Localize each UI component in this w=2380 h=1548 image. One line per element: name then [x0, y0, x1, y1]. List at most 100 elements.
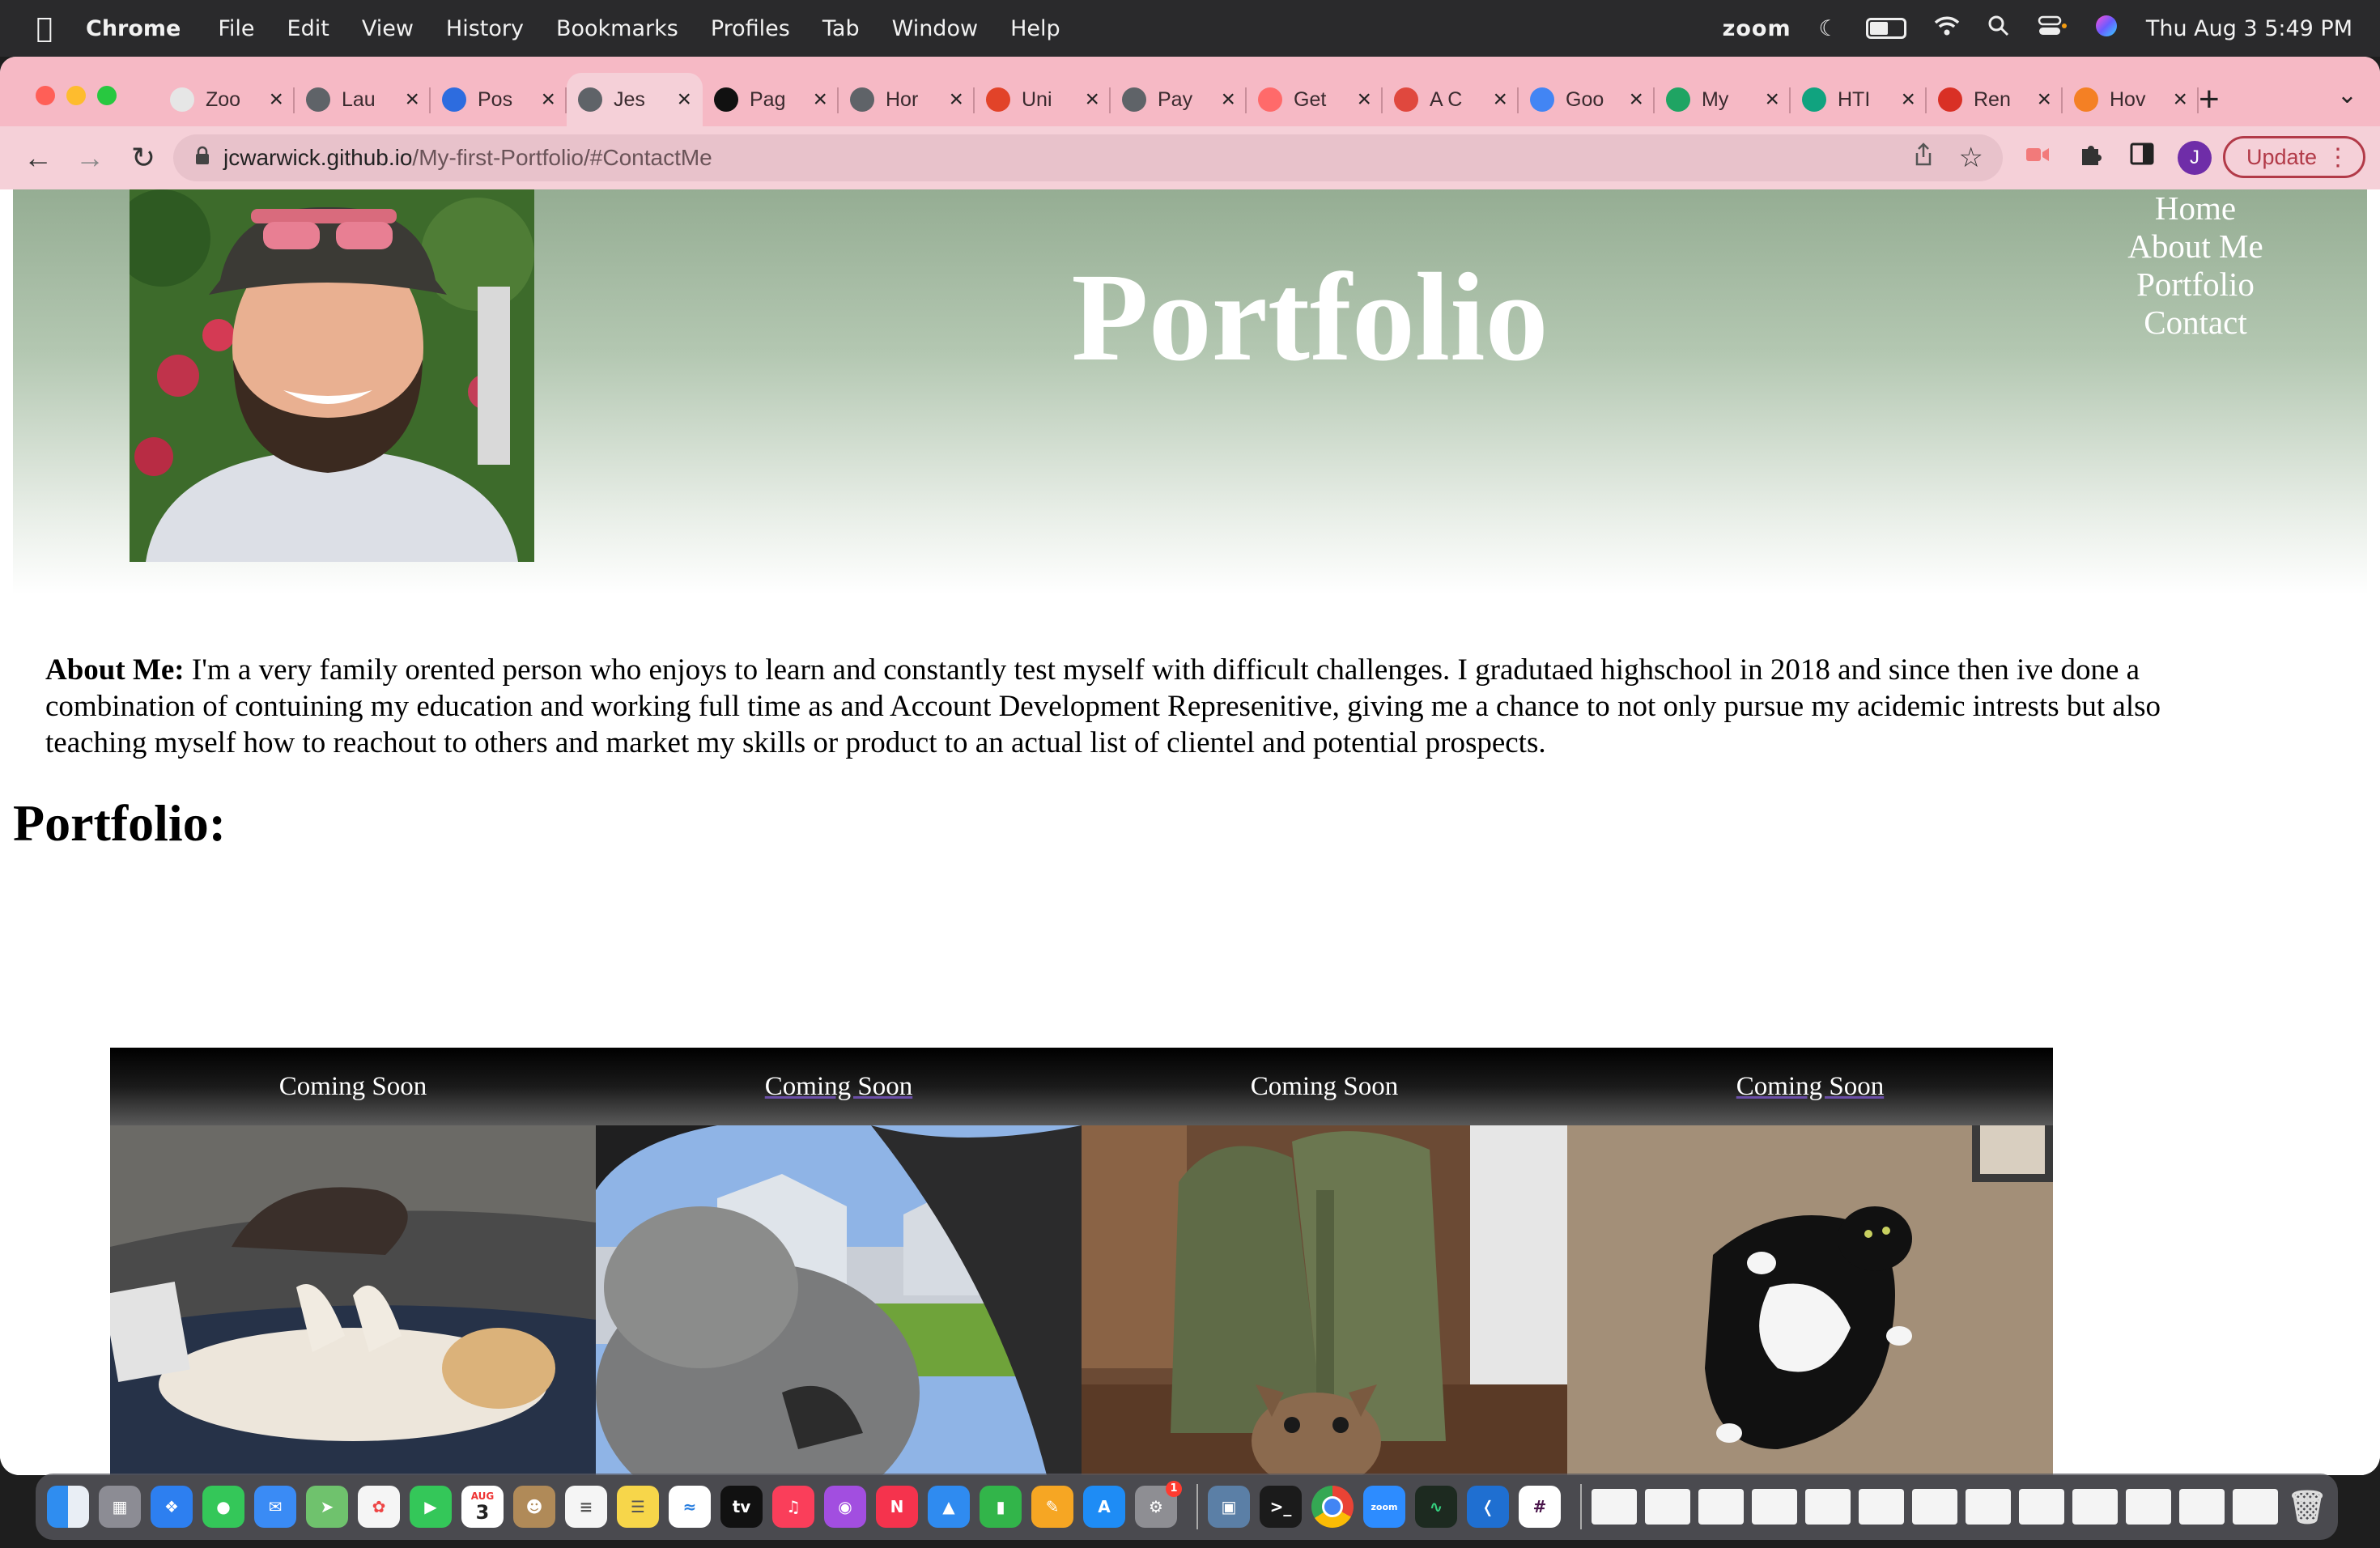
bookmark-star-icon[interactable]: ☆: [1959, 142, 1983, 174]
menu-window[interactable]: Window: [892, 16, 978, 41]
menu-profiles[interactable]: Profiles: [711, 16, 790, 41]
tab-close-icon[interactable]: ×: [1493, 86, 1507, 113]
numbers-icon[interactable]: ▮: [980, 1486, 1022, 1528]
browser-tab[interactable]: Pay ×: [1111, 73, 1247, 126]
siri-icon[interactable]: [2094, 14, 2119, 44]
launchpad-icon[interactable]: ▦: [99, 1486, 141, 1528]
pages-icon[interactable]: ✎: [1031, 1486, 1073, 1528]
apple-menu-icon[interactable]: : [16, 12, 73, 45]
tab-close-icon[interactable]: ×: [2037, 86, 2051, 113]
system-settings-icon[interactable]: ⚙ 1: [1135, 1481, 1182, 1528]
tab-close-icon[interactable]: ×: [1085, 86, 1099, 113]
project-card[interactable]: Coming Soon: [1082, 1048, 1567, 1475]
side-panel-icon[interactable]: [2129, 141, 2155, 174]
reminders-icon[interactable]: ≡: [565, 1486, 607, 1528]
new-tab-button[interactable]: +: [2199, 79, 2220, 120]
battery-icon[interactable]: [1865, 18, 1906, 39]
nav-link-about-me[interactable]: About Me: [2102, 228, 2289, 266]
browser-tab[interactable]: My ×: [1655, 73, 1791, 126]
lock-icon[interactable]: [194, 146, 210, 171]
notes-icon[interactable]: ☰: [617, 1486, 659, 1528]
clock-datetime[interactable]: Thu Aug 3 5:49 PM: [2146, 16, 2352, 41]
zoom-status-item[interactable]: zoom: [1723, 16, 1791, 41]
browser-tab[interactable]: Hor ×: [839, 73, 975, 126]
finder-icon[interactable]: [47, 1486, 89, 1528]
menu-bookmarks[interactable]: Bookmarks: [556, 16, 678, 41]
back-arrow-icon[interactable]: ←: [23, 141, 53, 175]
app-store-icon[interactable]: A: [1083, 1486, 1125, 1528]
close-window-button[interactable]: [36, 86, 55, 105]
freeform-icon[interactable]: ≈: [669, 1486, 711, 1528]
recent-document-icon[interactable]: [1752, 1489, 1797, 1525]
tab-close-icon[interactable]: ×: [269, 86, 283, 113]
recent-document-icon[interactable]: [2072, 1489, 2118, 1525]
photos-icon[interactable]: ✿: [358, 1486, 400, 1528]
tab-search-chevron-icon[interactable]: ⌄: [2337, 81, 2357, 109]
tab-close-icon[interactable]: ×: [1765, 86, 1779, 113]
tab-close-icon[interactable]: ×: [677, 86, 691, 113]
tab-close-icon[interactable]: ×: [1221, 86, 1235, 113]
menu-view[interactable]: View: [362, 16, 414, 41]
activity-monitor-icon[interactable]: ∿: [1415, 1486, 1457, 1528]
recent-document-icon[interactable]: [1645, 1489, 1690, 1525]
tab-close-icon[interactable]: ×: [1357, 86, 1371, 113]
browser-tab[interactable]: HTI ×: [1791, 73, 1927, 126]
tab-close-icon[interactable]: ×: [813, 86, 827, 113]
browser-tab[interactable]: Lau ×: [295, 73, 431, 126]
browser-tab[interactable]: Pag ×: [703, 73, 839, 126]
browser-tab[interactable]: A C ×: [1383, 73, 1519, 126]
wifi-icon[interactable]: [1934, 15, 1960, 42]
project-caption-link[interactable]: Coming Soon: [596, 1048, 1082, 1125]
recent-document-icon[interactable]: [2126, 1489, 2171, 1525]
tab-close-icon[interactable]: ×: [1629, 86, 1643, 113]
app-menu[interactable]: Chrome: [86, 16, 181, 41]
news-icon[interactable]: N: [876, 1486, 918, 1528]
browser-tab[interactable]: Pos ×: [431, 73, 567, 126]
recent-document-icon[interactable]: [2019, 1489, 2064, 1525]
share-icon[interactable]: [1914, 142, 1933, 173]
profile-avatar[interactable]: J: [2178, 141, 2212, 175]
nav-link-home[interactable]: Home: [2102, 189, 2289, 228]
maps-icon[interactable]: ➤: [306, 1486, 348, 1528]
preview-icon[interactable]: ▣: [1208, 1486, 1250, 1528]
slack-icon[interactable]: #: [1519, 1486, 1561, 1528]
update-button[interactable]: Update ⋮: [2223, 136, 2365, 178]
more-menu-icon[interactable]: ⋮: [2326, 143, 2350, 172]
minimize-window-button[interactable]: [66, 86, 86, 105]
zoom-icon[interactable]: zoom: [1363, 1486, 1405, 1528]
project-card[interactable]: Coming Soon: [596, 1048, 1082, 1475]
podcasts-icon[interactable]: ◉: [824, 1486, 866, 1528]
recent-document-icon[interactable]: [1592, 1489, 1637, 1525]
recent-document-icon[interactable]: [1966, 1489, 2011, 1525]
reload-icon[interactable]: ↻: [128, 141, 159, 175]
tab-close-icon[interactable]: ×: [1901, 86, 1915, 113]
browser-tab[interactable]: Goo ×: [1519, 73, 1655, 126]
terminal-icon[interactable]: >_: [1260, 1486, 1302, 1528]
spotlight-search-icon[interactable]: [1987, 15, 2010, 43]
browser-tab[interactable]: Jes ×: [567, 73, 703, 126]
recent-document-icon[interactable]: [2179, 1489, 2225, 1525]
music-icon[interactable]: ♫: [772, 1486, 814, 1528]
tab-close-icon[interactable]: ×: [2173, 86, 2187, 113]
address-bar[interactable]: jcwarwick.github.io/My-first-Portfolio/#…: [173, 134, 2003, 181]
vscode-icon[interactable]: ❬: [1467, 1486, 1509, 1528]
keynote-icon[interactable]: ▲: [928, 1486, 970, 1528]
tab-close-icon[interactable]: ×: [405, 86, 419, 113]
browser-tab[interactable]: Uni ×: [975, 73, 1111, 126]
calendar-icon[interactable]: AUG 3: [461, 1486, 504, 1528]
browser-tab[interactable]: Get ×: [1247, 73, 1383, 126]
apple-tv-icon[interactable]: tv: [720, 1486, 763, 1528]
recent-document-icon[interactable]: [2233, 1489, 2278, 1525]
nav-link-portfolio[interactable]: Portfolio: [2102, 266, 2289, 304]
browser-tab[interactable]: Ren ×: [1927, 73, 2063, 126]
nav-link-contact[interactable]: Contact: [2102, 304, 2289, 342]
project-caption-link[interactable]: Coming Soon: [1567, 1048, 2053, 1125]
screen-record-extension-icon[interactable]: [2024, 141, 2051, 176]
moon-icon[interactable]: ☾: [1819, 16, 1838, 41]
menu-tab[interactable]: Tab: [822, 16, 860, 41]
extensions-puzzle-icon[interactable]: [2077, 141, 2105, 176]
url-text[interactable]: jcwarwick.github.io/My-first-Portfolio/#…: [223, 145, 712, 171]
fullscreen-window-button[interactable]: [97, 86, 117, 105]
tab-close-icon[interactable]: ×: [949, 86, 963, 113]
trash-icon[interactable]: 🗑: [2286, 1486, 2328, 1528]
